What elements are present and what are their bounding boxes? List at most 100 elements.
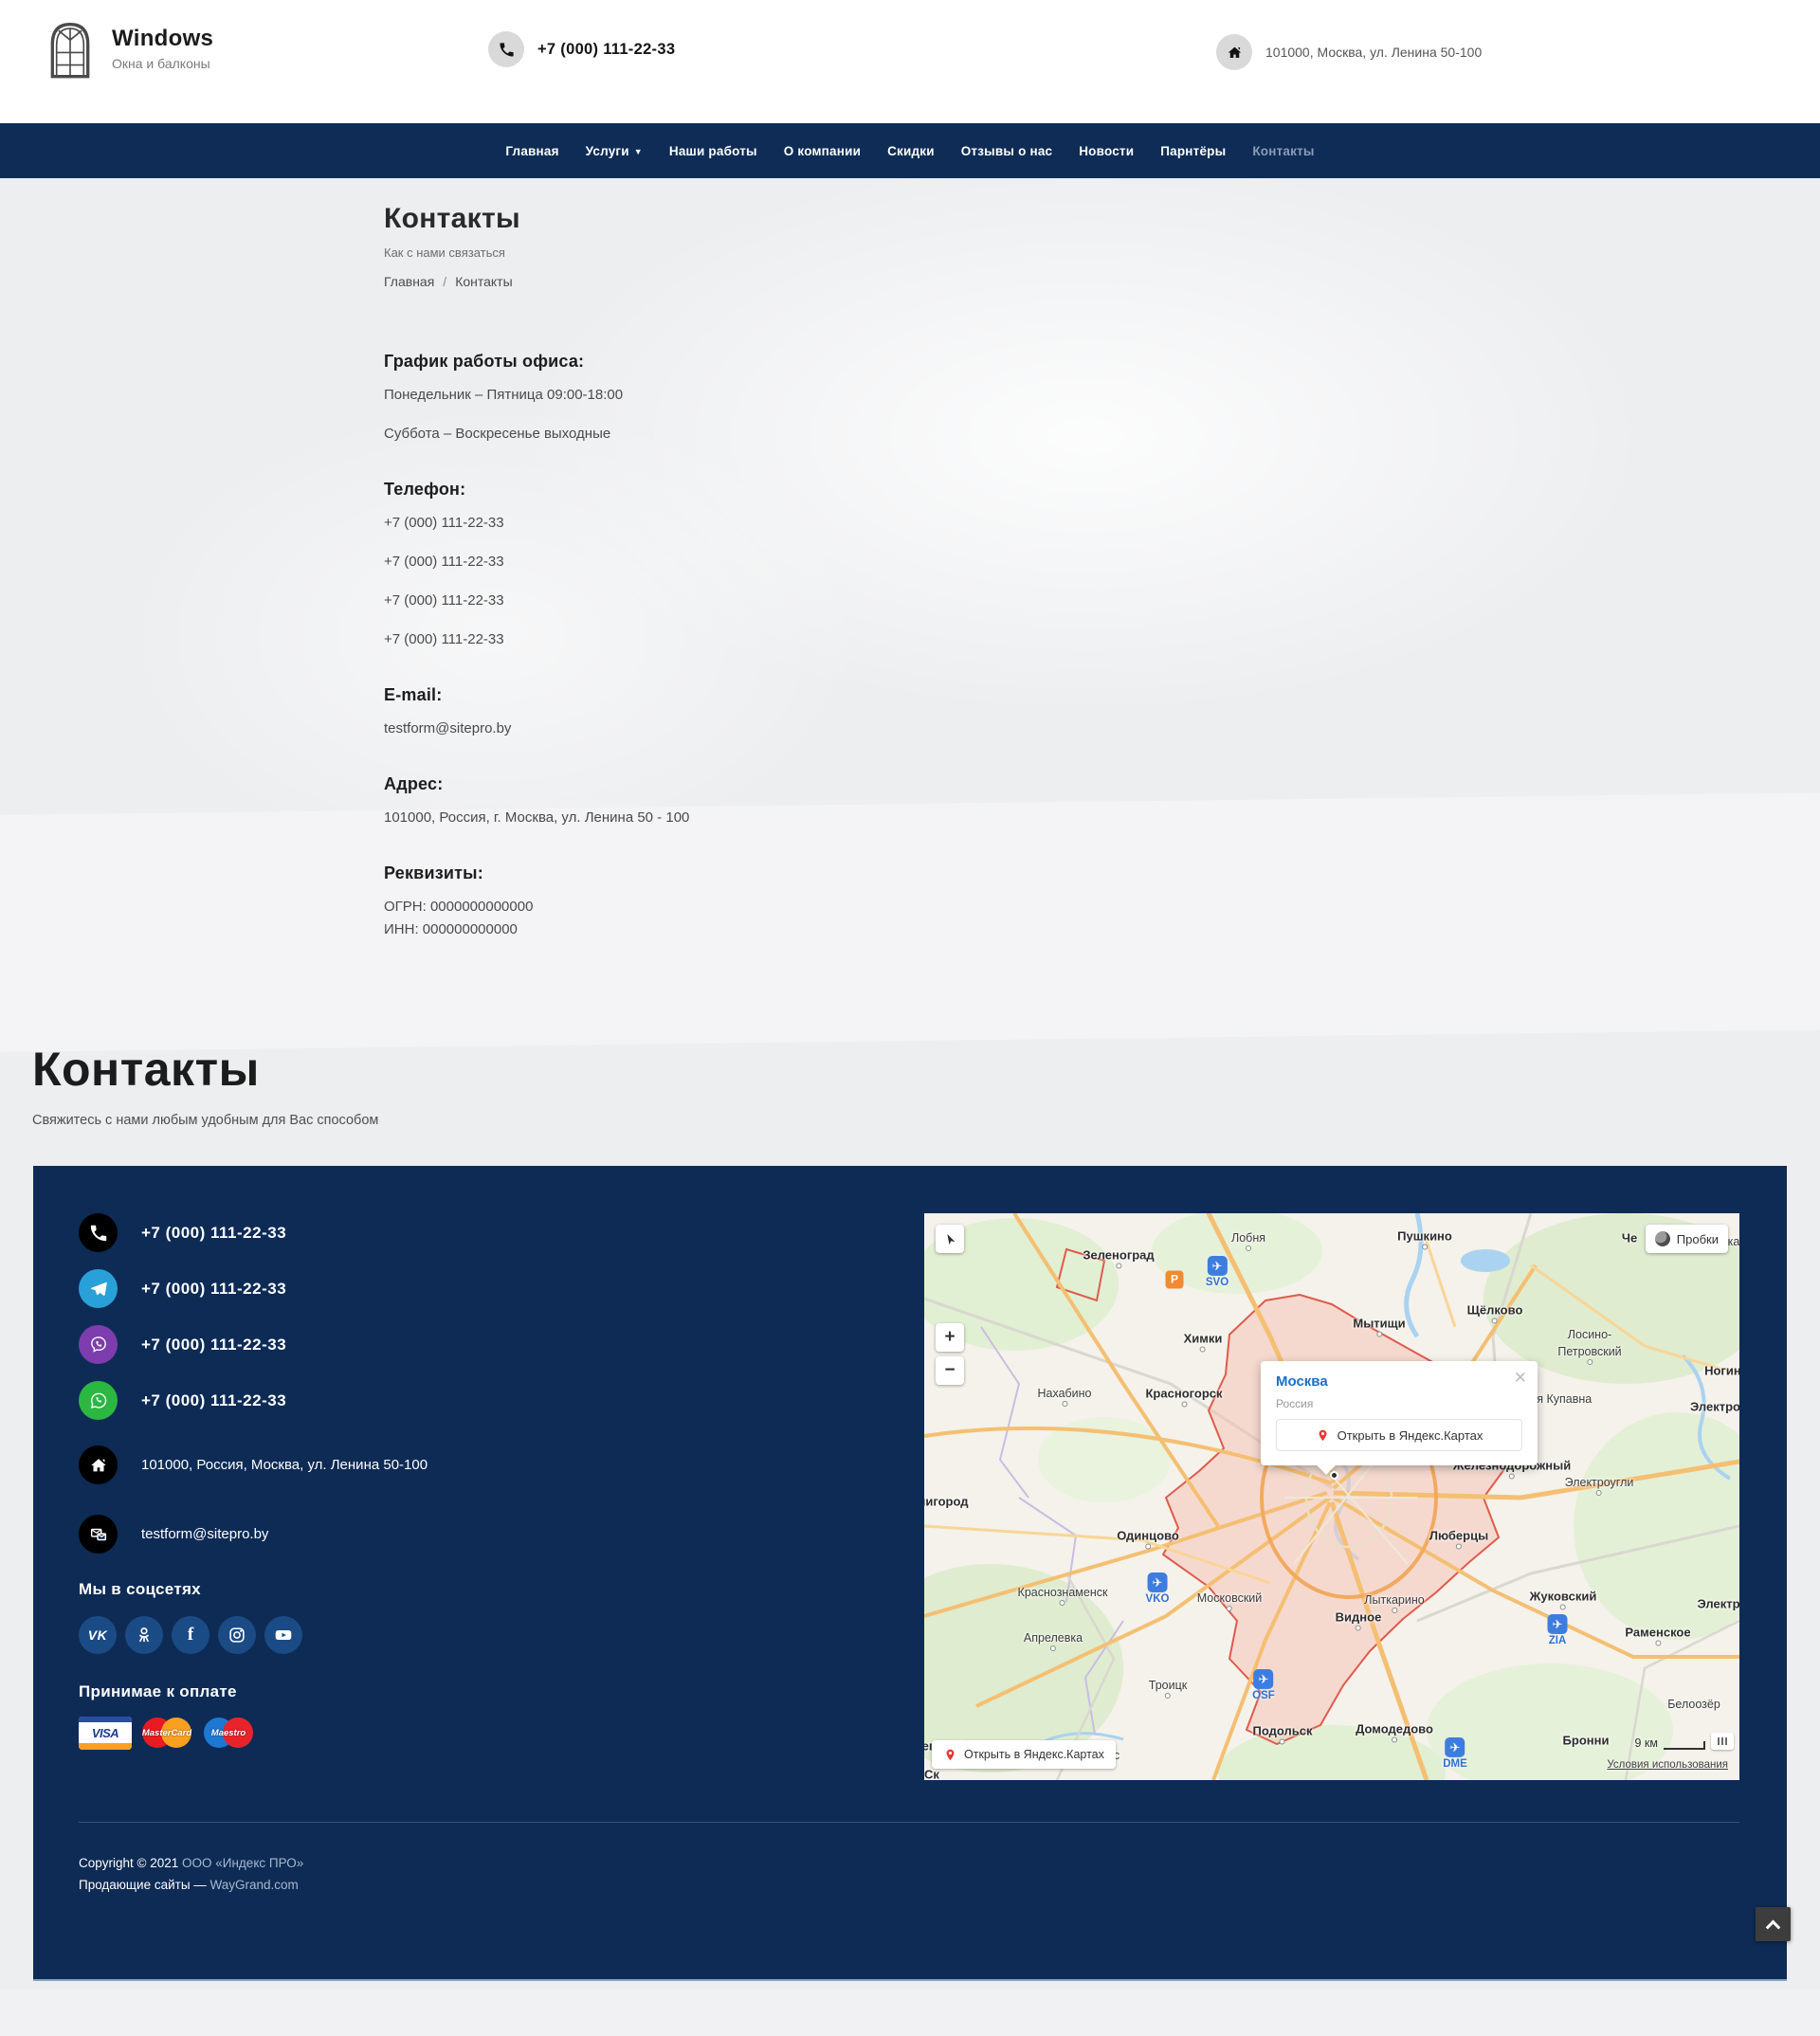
breadcrumb-separator: /	[443, 274, 446, 289]
payment-mastercard-logo: MasterCard	[140, 1717, 193, 1750]
info-link[interactable]: testform@sitepro.by	[384, 720, 1820, 736]
airport-dme: ✈DME	[1443, 1737, 1467, 1770]
map-city-label: Одинцово	[1117, 1529, 1179, 1543]
nav-item-3[interactable]: Наши работы	[656, 144, 771, 158]
info-link[interactable]: +7 (000) 111-22-33	[384, 515, 1820, 531]
ruler-icon[interactable]	[1711, 1733, 1734, 1750]
payment-methods: VISAMasterCardMaestro	[79, 1717, 685, 1750]
scale-label: 9 км	[1635, 1736, 1659, 1750]
panel-contact-text[interactable]: +7 (000) 111-22-33	[141, 1336, 286, 1354]
whatsapp-icon	[79, 1381, 118, 1420]
info-link[interactable]: +7 (000) 111-22-33	[384, 592, 1820, 609]
payment-maestro-logo: Maestro	[202, 1717, 255, 1750]
social-facebook-icon[interactable]: f	[172, 1616, 209, 1654]
map-traffic-toggle[interactable]: Пробки	[1646, 1225, 1728, 1253]
nav-item-9[interactable]: Контакты	[1239, 144, 1327, 158]
info-link[interactable]: +7 (000) 111-22-33	[384, 631, 1820, 647]
map-city-label: Лыткарино	[1364, 1593, 1424, 1607]
socials-title: Мы в соцсетях	[79, 1580, 685, 1599]
header-phone: +7 (000) 111-22-33	[488, 31, 675, 67]
panel-contact-row-6[interactable]: testform@sitepro.by	[79, 1515, 685, 1554]
nav-item-5[interactable]: Скидки	[874, 144, 948, 158]
info-line: ОГРН: 0000000000000	[384, 899, 1820, 915]
header-address-text: 101000, Москва, ул. Ленина 50-100	[1265, 45, 1482, 60]
popup-close-icon[interactable]: ✕	[1514, 1369, 1527, 1388]
header-phone-link[interactable]: +7 (000) 111-22-33	[537, 41, 675, 59]
map-city-label: Электроугли	[1565, 1476, 1634, 1489]
map-city-label: Мытищи	[1353, 1317, 1405, 1331]
map-marker-dot	[1330, 1471, 1338, 1480]
panel-contact-row-1[interactable]: +7 (000) 111-22-33	[79, 1213, 685, 1252]
info-link[interactable]: +7 (000) 111-22-33	[384, 554, 1820, 570]
map-city-label: Троицк	[1149, 1679, 1187, 1692]
copyright-text: Copyright © 2021	[79, 1856, 182, 1870]
contact-info-list: График работы офиса: Понедельник – Пятниц…	[384, 352, 1820, 937]
info-section-heading: График работы офиса:	[384, 352, 1820, 372]
map-city-label: Ногинс	[1704, 1364, 1739, 1378]
map-city-label: Жуковский	[1530, 1590, 1597, 1604]
nav-item-8[interactable]: Парнтёры	[1147, 144, 1239, 158]
nav-item-4[interactable]: О компании	[771, 144, 874, 158]
popup-country: Россия	[1276, 1397, 1313, 1410]
panel-contact-text[interactable]: +7 (000) 111-22-33	[141, 1224, 286, 1243]
map-zoom-out-button[interactable]: −	[936, 1356, 964, 1385]
panel-contact-row-2[interactable]: +7 (000) 111-22-33	[79, 1269, 685, 1308]
yandex-map[interactable]: ЗеленоградЛобняПушкиноЧекаМытищиЩёлковоХ…	[924, 1213, 1739, 1780]
panel-contact-row-4[interactable]: +7 (000) 111-22-33	[79, 1381, 685, 1420]
social-youtube-icon[interactable]	[264, 1616, 302, 1654]
map-city-label: Апрелевка	[1024, 1631, 1083, 1645]
panel-contact-text[interactable]: +7 (000) 111-22-33	[141, 1280, 286, 1299]
airport-zia: ✈ZIA	[1548, 1614, 1568, 1646]
info-section-2: Телефон:+7 (000) 111-22-33+7 (000) 111-2…	[384, 480, 1820, 647]
map-terms-link[interactable]: Условия использования	[1607, 1759, 1728, 1771]
map-city-label: Электрос	[1690, 1400, 1739, 1414]
map-city-label: Петровский	[1557, 1345, 1621, 1358]
breadcrumb-home-link[interactable]: Главная	[384, 274, 434, 289]
viber-icon	[79, 1325, 118, 1364]
chevron-down-icon: ▼	[634, 147, 643, 156]
map-city-label: Красногорск	[1146, 1387, 1223, 1401]
scroll-to-top-button[interactable]	[1756, 1907, 1791, 1941]
page-header-section: Контакты Как с нами связаться Главная/Ко…	[0, 178, 1820, 937]
map-city-label: Лосино-	[1568, 1328, 1611, 1341]
footer-divider	[79, 1822, 1739, 1823]
social-vk-icon[interactable]: VK	[79, 1616, 117, 1654]
nav-item-7[interactable]: Новости	[1065, 144, 1147, 158]
map-city-label: Подольск	[1253, 1724, 1313, 1738]
credits-text: Продающие сайты —	[79, 1878, 210, 1892]
social-ok-icon[interactable]	[125, 1616, 163, 1654]
panel-contact-row-5[interactable]: 101000, Россия, Москва, ул. Ленина 50-10…	[79, 1445, 685, 1484]
panel-contact-text[interactable]: +7 (000) 111-22-33	[141, 1391, 286, 1410]
nav-item-2[interactable]: Услуги▼	[573, 144, 656, 158]
panel-contact-text[interactable]: 101000, Россия, Москва, ул. Ленина 50-10…	[141, 1457, 428, 1473]
map-zoom-in-button[interactable]: +	[936, 1323, 964, 1352]
plane-icon: ✈	[1207, 1256, 1227, 1276]
info-line: Понедельник – Пятница 09:00-18:00	[384, 387, 1820, 403]
info-section-1: График работы офиса: Понедельник – Пятниц…	[384, 352, 1820, 442]
airport-code: OSF	[1252, 1690, 1275, 1701]
panel-contact-text[interactable]: testform@sitepro.by	[141, 1526, 268, 1542]
map-city-label: Нахабино	[1037, 1387, 1091, 1400]
page-subtitle: Как с нами связаться	[384, 245, 1820, 260]
nav-item-6[interactable]: Отзывы о нас	[948, 144, 1066, 158]
open-in-yandex-maps-button[interactable]: Открыть в Яндекс.Картах	[932, 1740, 1116, 1769]
open-in-yandex-label: Открыть в Яндекс.Картах	[964, 1748, 1104, 1761]
nav-item-1[interactable]: Главная	[492, 144, 572, 158]
brand[interactable]: Windows Окна и балконы	[44, 17, 213, 80]
popup-open-label: Открыть в Яндекс.Картах	[1338, 1428, 1483, 1443]
company-link[interactable]: ООО «Индекс ПРО»	[182, 1856, 303, 1870]
info-section-heading: E-mail:	[384, 685, 1820, 705]
page-root: Windows Окна и балконы +7 (000) 111-22-3…	[0, 0, 1820, 2036]
map-city-label: Люберцы	[1429, 1529, 1488, 1543]
map-geolocation-button[interactable]	[936, 1225, 964, 1253]
popup-city-link[interactable]: Москва	[1276, 1373, 1328, 1390]
social-instagram-icon[interactable]	[218, 1616, 256, 1654]
map-city-label: Краснознаменск	[1018, 1586, 1108, 1599]
credits-line: Продающие сайты — WayGrand.com	[79, 1874, 303, 1896]
popup-open-in-yandex-button[interactable]: Открыть в Яндекс.Картах	[1276, 1419, 1522, 1451]
contact-panel: +7 (000) 111-22-33 +7 (000) 111-22-33 +7 (…	[33, 1166, 1787, 1981]
airport-svo: ✈SVO	[1206, 1256, 1228, 1288]
airport-vko: ✈VKO	[1146, 1572, 1170, 1605]
panel-contact-row-3[interactable]: +7 (000) 111-22-33	[79, 1325, 685, 1364]
credits-link[interactable]: WayGrand.com	[210, 1878, 299, 1892]
